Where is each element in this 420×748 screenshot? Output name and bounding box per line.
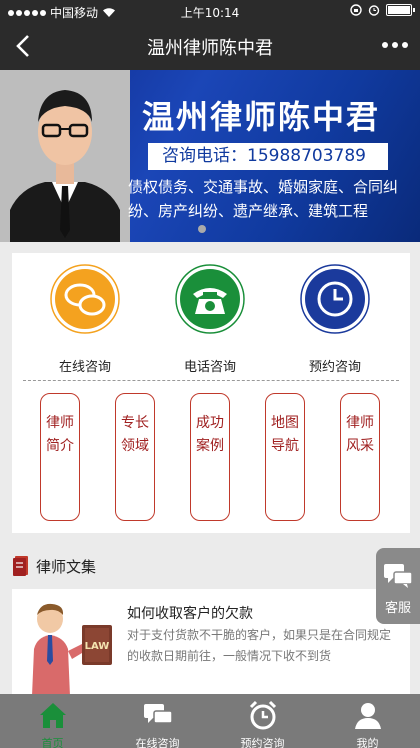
specialty-button[interactable]: 专长领域: [115, 393, 155, 521]
map-navigation-button[interactable]: 地图导航: [265, 393, 305, 521]
banner-practice-areas: 债权债务、交通事故、婚姻家庭、合同纠纷、房产纠纷、遗产继承、建筑工程: [128, 178, 399, 220]
nav-bar: 温州律师陈中君: [0, 22, 420, 70]
article-title: 如何收取客户的欠款: [127, 606, 253, 622]
alarm-clock-icon: [249, 700, 276, 730]
tab-home[interactable]: 首页: [0, 694, 105, 748]
banner-phone: 咨询电话：15988703789: [148, 143, 388, 170]
services-card: 在线咨询 电话咨询 预约咨询 律师简介 专长领域 成功案例 地图导航 律师风采: [12, 253, 410, 533]
lawyer-gallery-button[interactable]: 律师风采: [340, 393, 380, 521]
page-title: 温州律师陈中君: [147, 38, 273, 59]
phone-consult-label: 电话咨询: [183, 360, 236, 375]
articles-section-header: 律师文集: [12, 555, 96, 577]
article-item[interactable]: LAW 如何收取客户的欠款 对于支付货款不干脆的客户，如果只是在合同规定的收款日…: [12, 589, 410, 694]
tab-bar: 首页 在线咨询 预约咨询 我的: [0, 694, 420, 748]
book-label: LAW: [85, 641, 110, 652]
banner[interactable]: 温州律师陈中君 咨询电话：15988703789 债权债务、交通事故、婚姻家庭、…: [0, 70, 420, 242]
article-excerpt: 对于支付货款不干脆的客户，如果只是在合同规定的收款日期前往，一般情况下收不到货: [127, 628, 392, 663]
status-bar: 中国移动 上午10:14: [0, 0, 420, 22]
lawyer-portrait: [0, 70, 130, 242]
phone-consult-button[interactable]: 电话咨询: [173, 264, 247, 375]
tab-online-consult[interactable]: 在线咨询: [105, 694, 210, 748]
dashed-divider: [23, 380, 399, 381]
section-title: 律师文集: [36, 557, 97, 576]
tab-online-consult-label: 在线咨询: [135, 737, 180, 748]
customer-service-button[interactable]: 客服: [376, 548, 420, 624]
online-consult-label: 在线咨询: [58, 360, 111, 375]
tab-appointment[interactable]: 预约咨询: [210, 694, 315, 748]
online-consult-button[interactable]: 在线咨询: [48, 264, 122, 375]
carousel-indicator: [198, 225, 206, 233]
user-icon: [354, 703, 381, 729]
lawyer-intro-button[interactable]: 律师简介: [40, 393, 80, 521]
telephone-icon: [175, 264, 245, 334]
battery-icon: [386, 4, 415, 16]
chat-icon: [143, 704, 173, 724]
success-cases-button[interactable]: 成功案例: [190, 393, 230, 521]
appointment-consult-button[interactable]: 预约咨询: [298, 264, 372, 375]
appointment-consult-label: 预约咨询: [308, 360, 361, 375]
book-icon: [13, 556, 28, 576]
customer-service-label: 客服: [384, 601, 411, 616]
chat-icon: [384, 564, 413, 588]
tab-mine-label: 我的: [356, 737, 379, 748]
status-icons: [350, 4, 415, 16]
clock-icon: [300, 264, 370, 334]
more-icon[interactable]: [382, 42, 408, 48]
tab-home-label: 首页: [41, 737, 64, 748]
alarm-icon: [368, 5, 380, 16]
lock-rotation-icon: [350, 4, 362, 16]
home-icon: [39, 703, 66, 728]
banner-name: 温州律师陈中君: [142, 98, 381, 136]
lawyer-with-book-illustration: LAW: [32, 603, 112, 694]
tab-appointment-label: 预约咨询: [240, 737, 285, 748]
chat-bubbles-icon: [50, 264, 120, 334]
tab-mine[interactable]: 我的: [315, 694, 420, 748]
